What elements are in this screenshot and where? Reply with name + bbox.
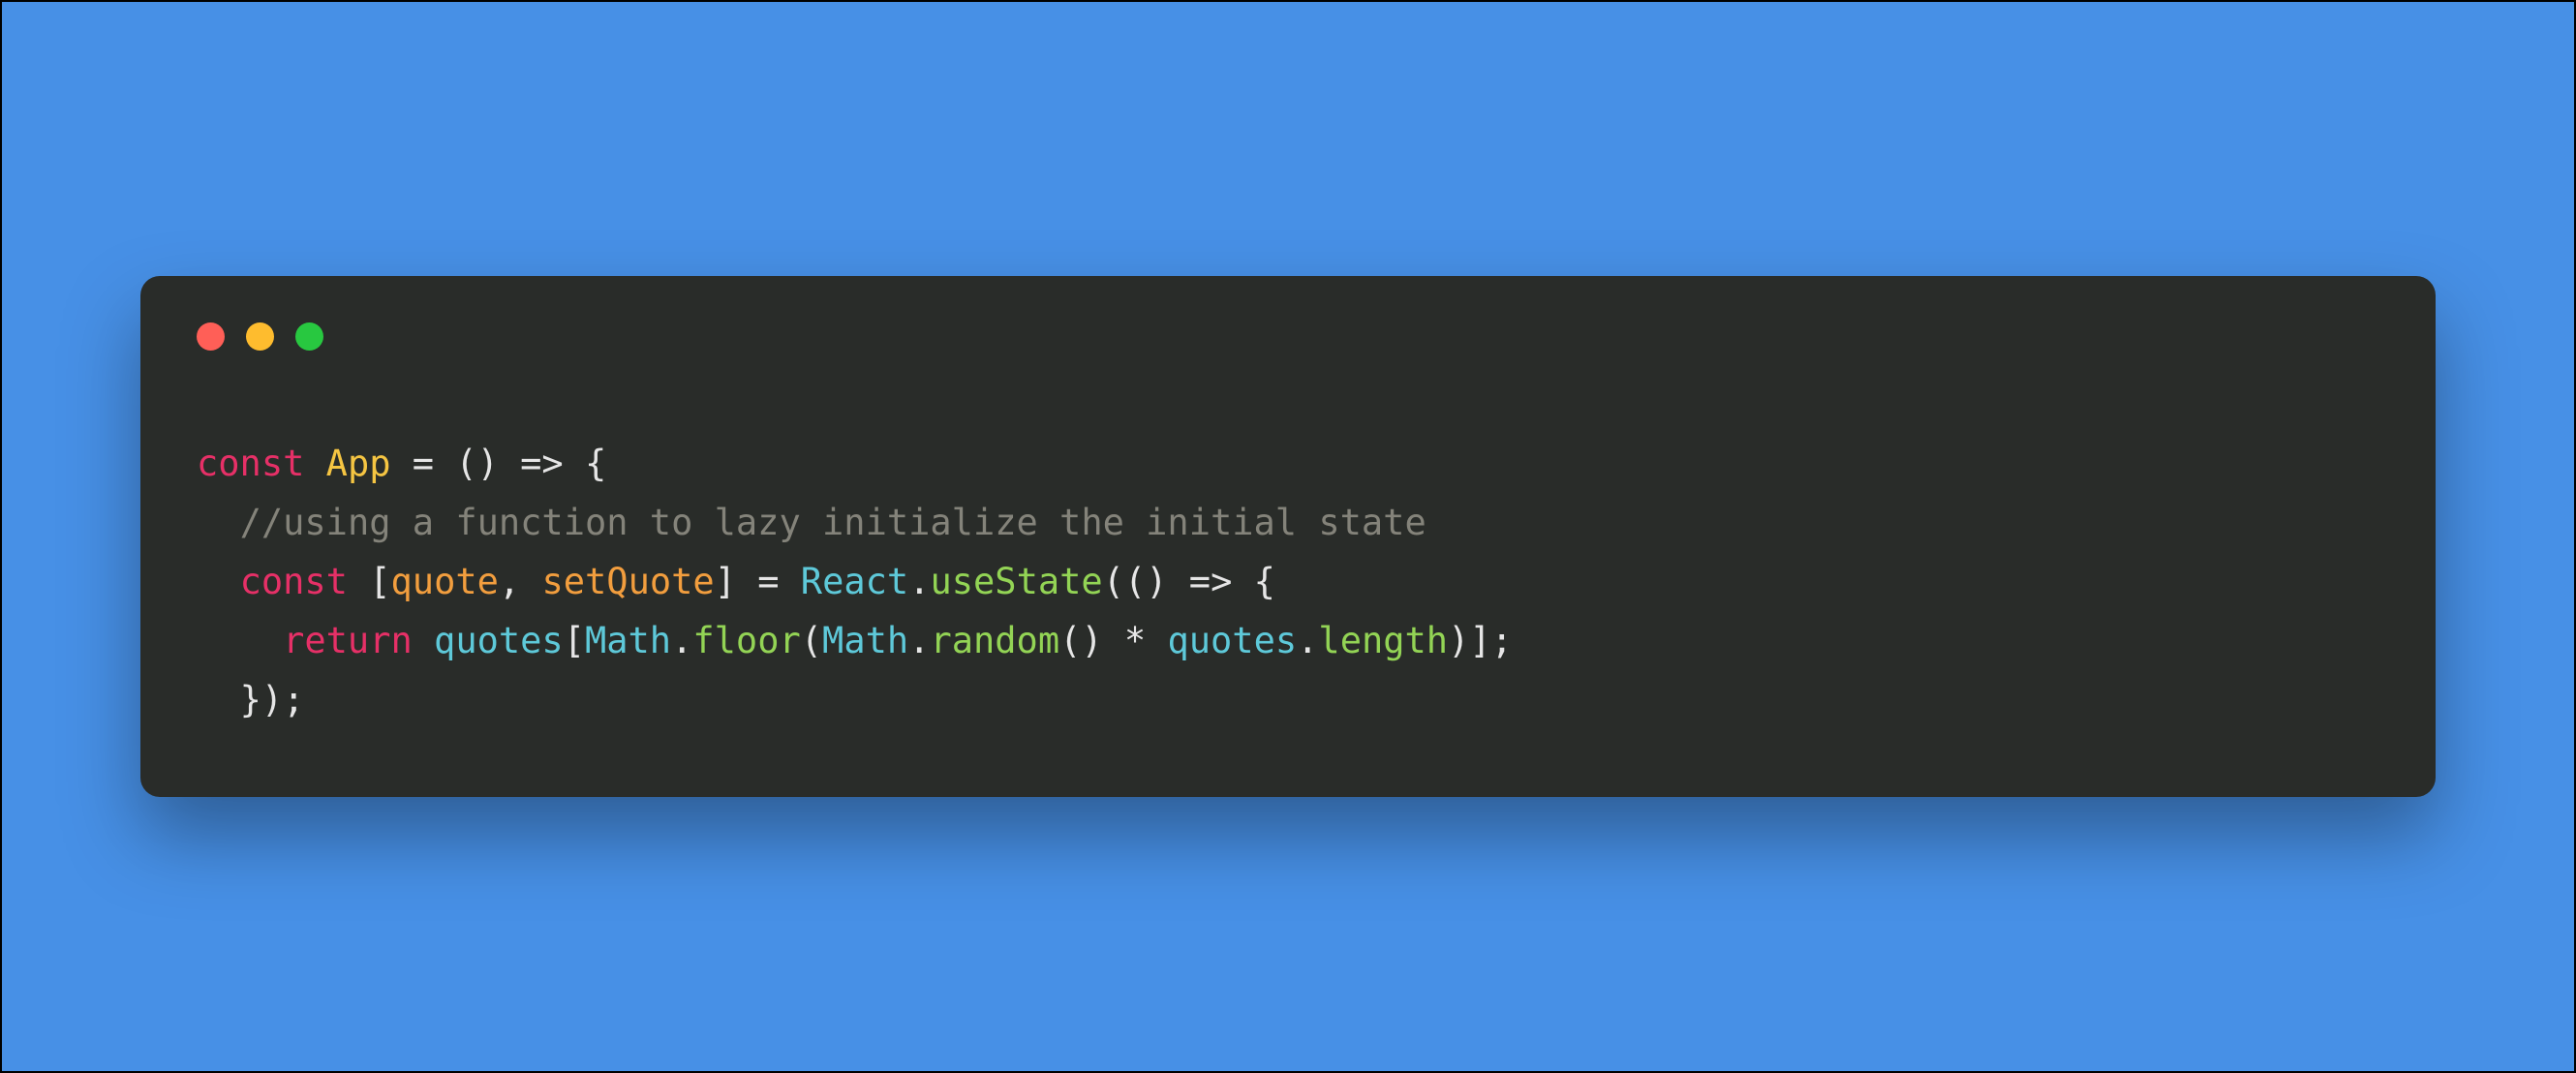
title-bar (197, 322, 2379, 351)
code-block: const App = () => { //using a function t… (197, 434, 2379, 729)
obj-quotes: quotes (434, 620, 564, 661)
prop-length: length (1318, 620, 1448, 661)
close-fn: }); (240, 679, 305, 720)
close-icon[interactable] (197, 322, 225, 351)
var-setQuote: setQuote (541, 561, 714, 602)
arrow-fn-open: = () => { (391, 443, 607, 484)
minimize-icon[interactable] (246, 322, 274, 351)
obj-Math: Math (585, 620, 671, 661)
keyword-const: const (197, 443, 304, 484)
method-random: random (930, 620, 1059, 661)
keyword-const: const (240, 561, 348, 602)
method-useState: useState (930, 561, 1102, 602)
method-floor: floor (692, 620, 800, 661)
keyword-return: return (283, 620, 413, 661)
comment-line: //using a function to lazy initialize th… (240, 502, 1426, 543)
var-quote: quote (391, 561, 499, 602)
identifier-App: App (326, 443, 391, 484)
code-window: const App = () => { //using a function t… (140, 276, 2436, 797)
obj-React: React (801, 561, 908, 602)
maximize-icon[interactable] (295, 322, 323, 351)
obj-Math: Math (822, 620, 908, 661)
obj-quotes: quotes (1167, 620, 1297, 661)
